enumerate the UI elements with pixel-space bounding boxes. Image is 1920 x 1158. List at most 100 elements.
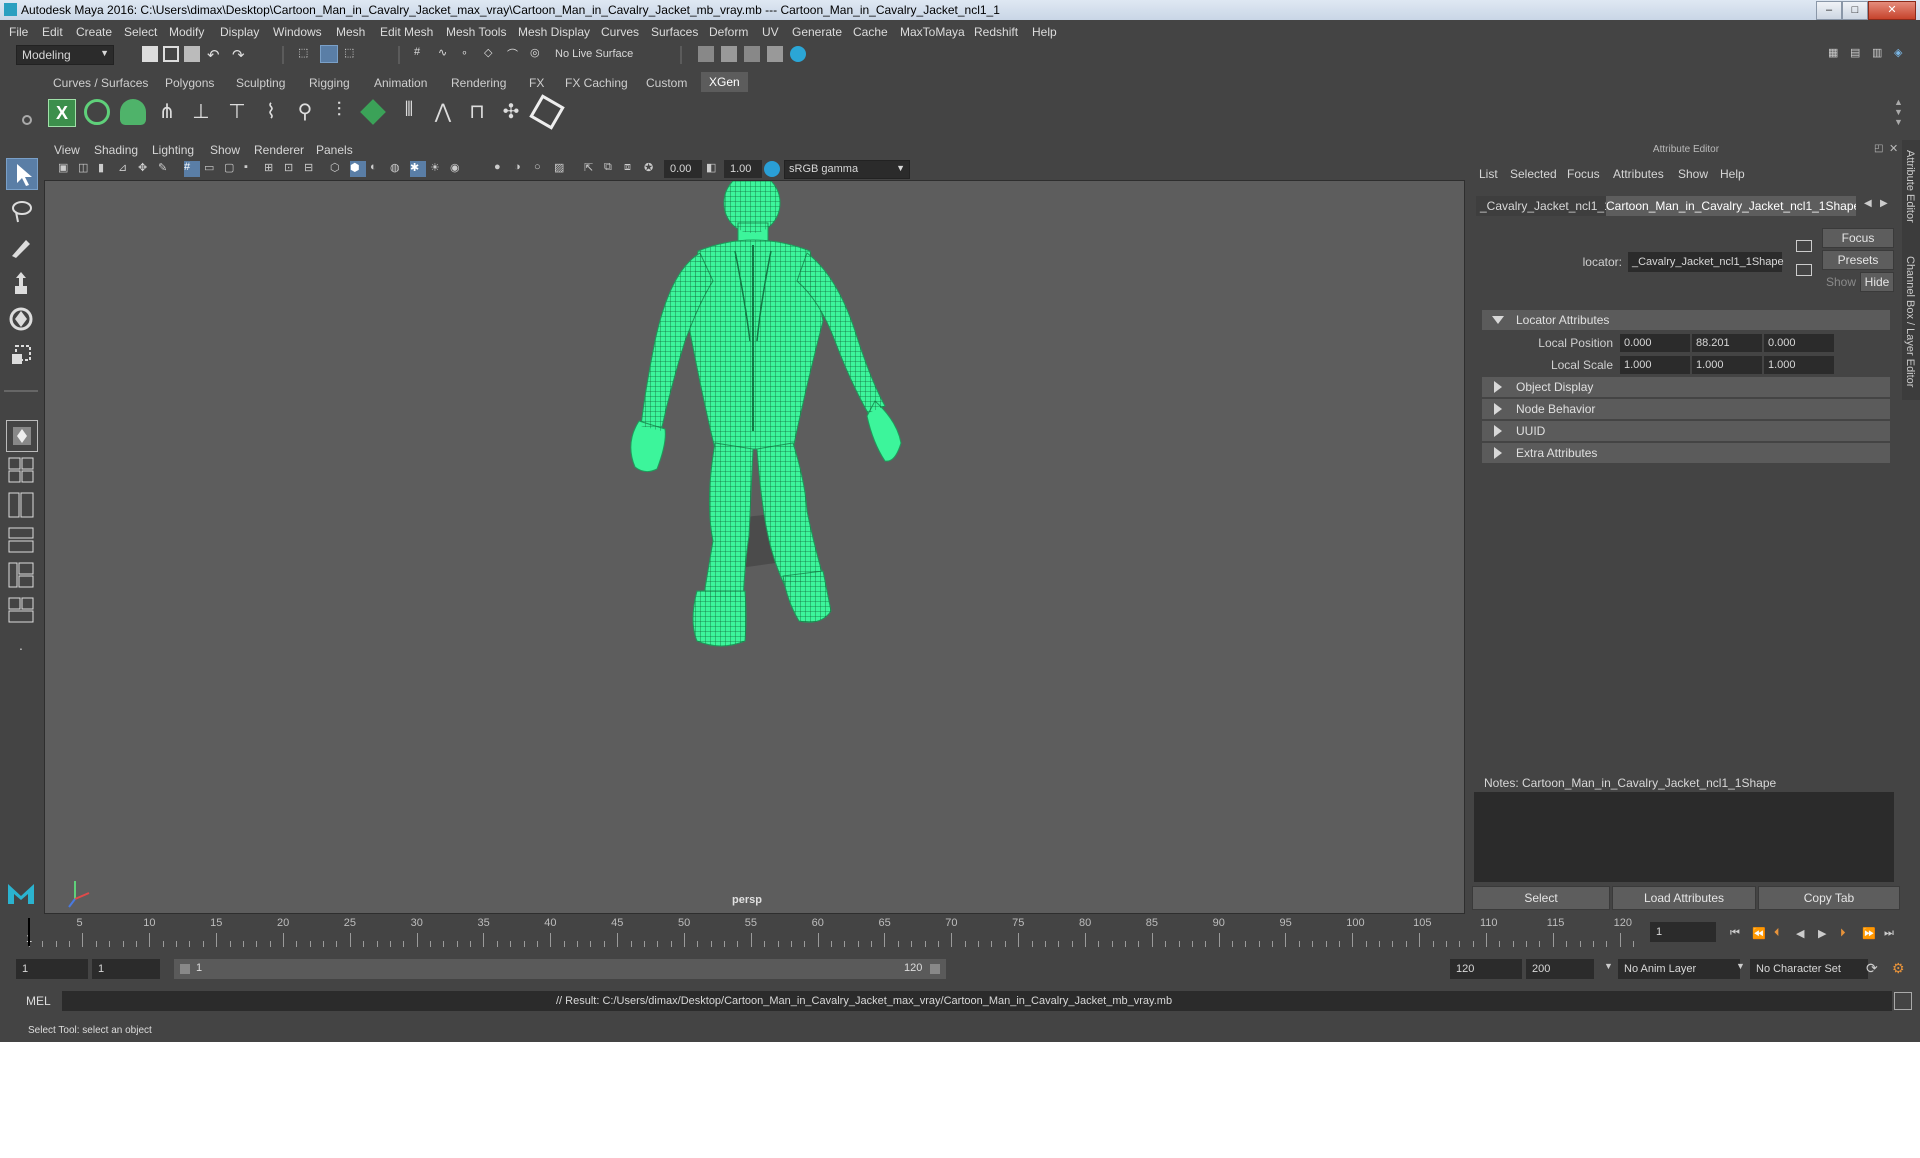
section-node-behavior[interactable]: Node Behavior bbox=[1482, 399, 1890, 419]
menu-deform[interactable]: Deform bbox=[709, 25, 748, 39]
exposure-icon[interactable]: ✪ bbox=[644, 161, 660, 177]
colorspace-dropdown[interactable]: sRGB gamma ▼ bbox=[784, 160, 910, 179]
wireframe-on-shaded-icon[interactable]: ◐ bbox=[370, 161, 386, 177]
shelf-settings-icon[interactable] bbox=[22, 115, 32, 125]
menu-mesh[interactable]: Mesh bbox=[336, 25, 365, 39]
close-panel-icon[interactable]: ✕ bbox=[1889, 142, 1898, 155]
xgen-guides-icon[interactable]: ⋔ bbox=[154, 99, 180, 125]
command-input[interactable] bbox=[62, 991, 550, 1011]
tab-transform-node[interactable]: _Cavalry_Jacket_ncl1_1 bbox=[1476, 196, 1608, 216]
xgen-layer-icon[interactable] bbox=[360, 99, 386, 125]
safe-title-icon[interactable]: ⊟ bbox=[304, 161, 320, 177]
more-layouts-icon[interactable]: · bbox=[6, 640, 36, 670]
xgen-clump-icon[interactable]: ⋀ bbox=[430, 99, 456, 125]
step-back-frame-icon[interactable]: ⏴ bbox=[1774, 927, 1788, 941]
menu-edit[interactable]: Edit bbox=[42, 25, 63, 39]
lasso-tool-icon[interactable] bbox=[6, 196, 36, 226]
xgen-add-guide-icon[interactable]: ⊥ bbox=[188, 99, 214, 125]
local-scale-z[interactable]: 1.000 bbox=[1764, 356, 1834, 374]
attribute-editor-toggle-icon[interactable]: ▤ bbox=[1850, 46, 1866, 62]
film-gate-icon[interactable]: ▭ bbox=[204, 161, 220, 177]
color-management-icon[interactable] bbox=[764, 161, 780, 177]
modeling-toolkit-icon[interactable]: ▦ bbox=[1828, 46, 1844, 62]
tab-shape-node[interactable]: Cartoon_Man_in_Cavalry_Jacket_ncl1_1Shap… bbox=[1606, 196, 1856, 216]
grease-pencil-icon[interactable]: ✎ bbox=[158, 161, 174, 177]
menu-mesh-display[interactable]: Mesh Display bbox=[518, 25, 590, 39]
character-set-dropdown[interactable]: No Character Set bbox=[1750, 959, 1868, 979]
tab-rigging[interactable]: Rigging bbox=[309, 76, 350, 90]
float-panel-icon[interactable]: ◰ bbox=[1874, 143, 1883, 154]
range-handle-start[interactable] bbox=[180, 964, 190, 974]
wireframe-icon[interactable]: ⬡ bbox=[330, 161, 346, 177]
select-camera-icon[interactable]: ⇱ bbox=[584, 161, 600, 177]
menu-modify[interactable]: Modify bbox=[169, 25, 204, 39]
step-forward-frame-icon[interactable]: ⏵ bbox=[1840, 927, 1854, 941]
image-plane-icon[interactable]: ⊿ bbox=[118, 161, 134, 177]
smooth-shade-icon[interactable]: ⬢ bbox=[350, 161, 366, 177]
panel-menu-shading[interactable]: Shading bbox=[94, 143, 138, 157]
auto-key-icon[interactable]: ⟳ bbox=[1866, 960, 1878, 977]
current-frame-field[interactable]: 1 bbox=[1650, 922, 1716, 942]
go-to-end-icon[interactable]: ⏭ bbox=[1884, 927, 1898, 941]
time-slider[interactable]: 5 10 15 20 25 30 35 40 45 50 55 60 65 70 75 80 85 90 95 100… bbox=[21, 915, 1641, 947]
snap-surface-icon[interactable]: ⌒ bbox=[507, 46, 523, 62]
animation-start-field[interactable]: 1 bbox=[16, 959, 88, 979]
ambient-occlusion-icon[interactable]: ◉ bbox=[450, 161, 466, 177]
new-scene-icon[interactable] bbox=[142, 46, 158, 62]
open-scene-icon[interactable] bbox=[163, 46, 179, 62]
select-component-icon[interactable]: ⬚ bbox=[344, 46, 360, 62]
isolate-select-icon[interactable]: ▨ bbox=[554, 161, 570, 177]
snap-view-icon[interactable]: ◇ bbox=[484, 46, 500, 62]
anim-layer-dropdown[interactable]: No Anim Layer bbox=[1618, 959, 1740, 979]
xgen-cut-icon[interactable]: ⊓ bbox=[464, 99, 490, 125]
hypershade-icon[interactable] bbox=[790, 46, 806, 62]
ae-menu-selected[interactable]: Selected bbox=[1510, 167, 1557, 181]
menu-curves[interactable]: Curves bbox=[601, 25, 639, 39]
graph-layout-icon[interactable] bbox=[6, 525, 36, 555]
maximize-button[interactable]: □ bbox=[1842, 1, 1868, 20]
load-attributes-button[interactable]: Load Attributes bbox=[1612, 886, 1756, 910]
frame-selected-icon[interactable]: ⧈ bbox=[624, 161, 640, 177]
section-uuid[interactable]: UUID bbox=[1482, 421, 1890, 441]
field-chart-icon[interactable]: ⊞ bbox=[264, 161, 280, 177]
tab-xgen[interactable]: XGen bbox=[701, 72, 748, 92]
xgen-create-description-icon[interactable] bbox=[120, 99, 146, 125]
copy-tab-button[interactable]: Copy Tab bbox=[1758, 886, 1900, 910]
range-slider[interactable]: 1 120 bbox=[174, 959, 946, 979]
menu-help[interactable]: Help bbox=[1032, 25, 1057, 39]
textured-icon[interactable]: ◍ bbox=[390, 161, 406, 177]
script-language-toggle[interactable]: MEL bbox=[26, 994, 51, 1008]
hypershade-layout-icon[interactable] bbox=[6, 560, 36, 590]
render-view-icon[interactable] bbox=[767, 46, 783, 62]
menu-windows[interactable]: Windows bbox=[273, 25, 322, 39]
single-pane-layout-icon[interactable] bbox=[6, 420, 38, 452]
ae-menu-show[interactable]: Show bbox=[1678, 167, 1708, 181]
xray-icon[interactable]: ● bbox=[494, 161, 510, 177]
tab-polygons[interactable]: Polygons bbox=[165, 76, 214, 90]
move-tool-icon[interactable] bbox=[6, 268, 36, 298]
shelf-scroll-arrows-icon[interactable]: ▲ ▼ ▼ bbox=[1894, 97, 1903, 127]
select-tool-icon[interactable] bbox=[6, 158, 38, 190]
local-position-z[interactable]: 0.000 bbox=[1764, 334, 1834, 352]
tab-fx-caching[interactable]: FX Caching bbox=[565, 76, 628, 90]
camera-attrs-icon[interactable]: ◫ bbox=[78, 161, 94, 177]
snap-curve-icon[interactable]: ∿ bbox=[438, 46, 454, 62]
undo-icon[interactable]: ↶ bbox=[207, 46, 223, 64]
grid-icon[interactable]: # bbox=[184, 161, 200, 177]
panel-menu-view[interactable]: View bbox=[54, 143, 80, 157]
xgen-hexagon-icon[interactable] bbox=[529, 94, 565, 130]
local-position-x[interactable]: 0.000 bbox=[1620, 334, 1690, 352]
focus-button[interactable]: Focus bbox=[1822, 228, 1894, 248]
xgen-place-guide-icon[interactable]: ⊤ bbox=[224, 99, 250, 125]
snap-live-icon[interactable]: ◎ bbox=[530, 46, 546, 62]
menu-generate[interactable]: Generate bbox=[792, 25, 842, 39]
xgen-grass-icon[interactable]: ⫶ bbox=[326, 99, 352, 125]
tab-channel-box[interactable]: Channel Box / Layer Editor bbox=[1904, 256, 1916, 387]
ae-menu-help[interactable]: Help bbox=[1720, 167, 1745, 181]
play-backwards-icon[interactable]: ◀ bbox=[1796, 927, 1810, 941]
show-button[interactable]: Show bbox=[1826, 275, 1856, 289]
panel-menu-renderer[interactable]: Renderer bbox=[254, 143, 304, 157]
menu-file[interactable]: File bbox=[9, 25, 28, 39]
current-time-indicator[interactable] bbox=[28, 918, 30, 946]
uv-layout-icon[interactable] bbox=[6, 595, 36, 625]
